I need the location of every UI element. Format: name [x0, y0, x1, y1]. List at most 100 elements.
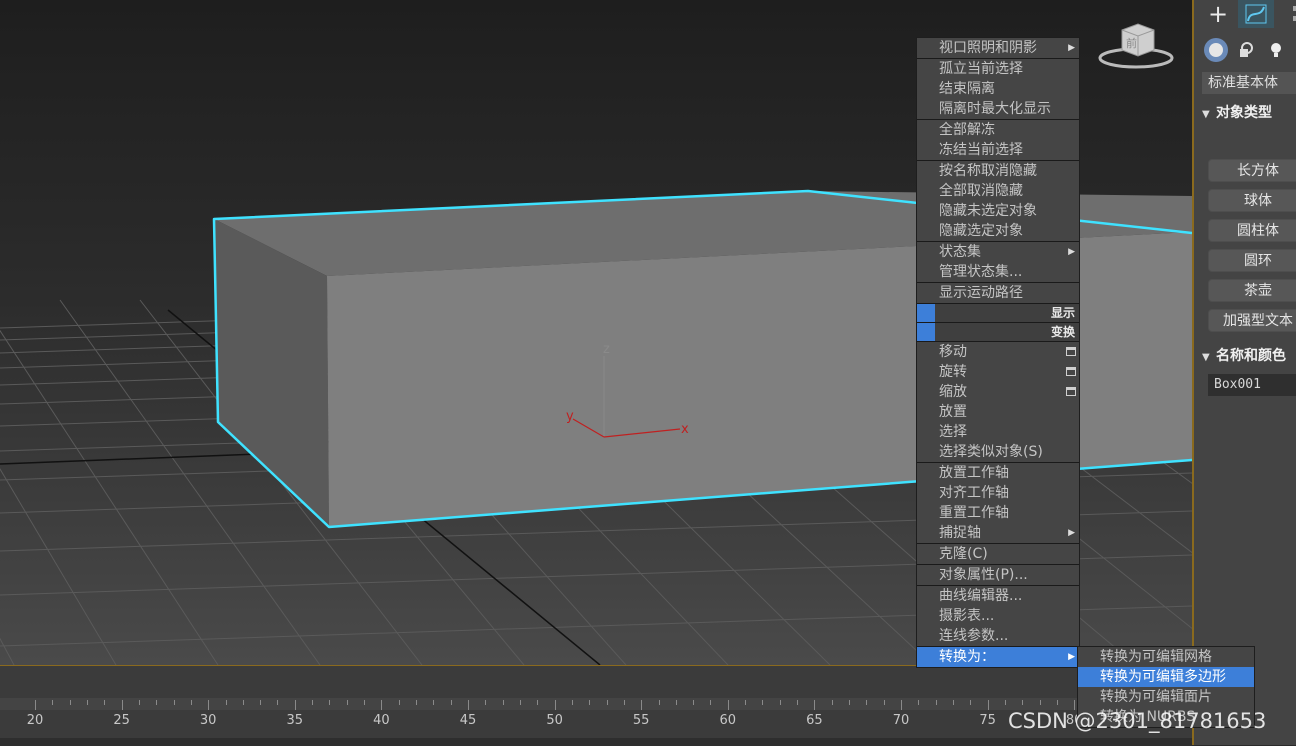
menu-item-object-properties[interactable]: 对象属性(P)... [917, 564, 1079, 585]
z-axis-label: z [603, 342, 610, 357]
settings-box-icon[interactable] [1066, 387, 1076, 396]
frame-tick-mark [381, 700, 383, 710]
menu-item-move[interactable]: 移动 [917, 341, 1079, 362]
menu-item-viewport-lighting[interactable]: 视口照明和阴影 ▶ [917, 38, 1079, 58]
modify-tab-icon[interactable] [1238, 0, 1274, 28]
frame-tick-mark [641, 700, 643, 710]
menu-item-unhide-all[interactable]: 全部取消隐藏 [917, 181, 1079, 201]
frame-tick-mark [1022, 700, 1024, 705]
menu-item-isolate-max[interactable]: 隔离时最大化显示 [917, 99, 1079, 119]
menu-item-scale[interactable]: 缩放 [917, 382, 1079, 402]
frame-tick-mark [225, 700, 227, 705]
menu-item-snap-pivot[interactable]: 捕捉轴 ▶ [917, 523, 1079, 543]
teapot-button[interactable]: 茶壶 [1208, 279, 1296, 302]
settings-box-icon[interactable] [1066, 367, 1076, 376]
frame-tick-mark [797, 700, 799, 705]
create-tab-plus-icon[interactable]: + [1200, 0, 1236, 28]
menu-item-state-sets[interactable]: 状态集 ▶ [917, 241, 1079, 262]
menu-item-convert-to[interactable]: 转换为： ▶ [917, 646, 1079, 667]
time-slider-track-bar[interactable]: 20 25 30 35 40 45 50 55 60 65 70 75 80 [0, 665, 1192, 746]
watermark: CSDN @2301_81781653 [1008, 709, 1267, 733]
viewcube-face-label: 前 [1126, 36, 1137, 50]
frame-tick-mark [1039, 700, 1041, 705]
frame-tick-mark [918, 700, 920, 705]
menu-item-label: 状态集 [939, 244, 981, 260]
x-axis-label: x [681, 422, 689, 437]
quad-header-display: 显示 [917, 303, 1079, 322]
quad-color-swatch [917, 323, 935, 341]
geometry-category-icon[interactable] [1204, 38, 1228, 62]
frame-tick-mark [52, 700, 54, 705]
menu-item-clone[interactable]: 克隆(C) [917, 543, 1079, 564]
frame-tick-mark [952, 700, 954, 705]
menu-item-place-pivot[interactable]: 放置工作轴 [917, 462, 1079, 483]
menu-item-curve-editor[interactable]: 曲线编辑器... [917, 585, 1079, 606]
menu-item-reset-pivot[interactable]: 重置工作轴 [917, 503, 1079, 523]
box-button[interactable]: 长方体 [1208, 159, 1296, 182]
hierarchy-tab-icon[interactable] [1280, 0, 1296, 28]
menu-item-select-similar[interactable]: 选择类似对象(S) [917, 442, 1079, 462]
menu-item-end-isolate[interactable]: 结束隔离 [917, 79, 1079, 99]
frame-tick-mark [571, 700, 573, 705]
menu-item-dope-sheet[interactable]: 摄影表... [917, 606, 1079, 626]
frame-tick-mark [901, 700, 902, 710]
menu-item-select[interactable]: 选择 [917, 422, 1079, 442]
menu-item-show-trajectory[interactable]: 显示运动路径 [917, 282, 1079, 303]
frame-tick-label: 75 [979, 713, 996, 728]
frame-tick-mark [675, 700, 677, 705]
convert-to-editable-poly[interactable]: 转换为可编辑多边形 [1078, 667, 1254, 687]
menu-item-place[interactable]: 放置 [917, 402, 1079, 422]
submenu-arrow-icon: ▶ [1068, 652, 1075, 662]
convert-to-editable-mesh[interactable]: 转换为可编辑网格 [1078, 647, 1254, 667]
quad-header-label: 变换 [1050, 325, 1075, 339]
menu-item-hide-selection[interactable]: 隐藏选定对象 [917, 221, 1079, 241]
menu-item-unhide-by-name[interactable]: 按名称取消隐藏 [917, 160, 1079, 181]
category-dropdown[interactable]: 标准基本体 [1202, 72, 1296, 94]
frame-tick-mark [277, 700, 279, 705]
frame-tick-mark [416, 700, 418, 705]
menu-item-rotate[interactable]: 旋转 [917, 362, 1079, 382]
frame-tick-mark [623, 700, 625, 705]
frame-tick-label: 60 [719, 713, 737, 728]
torus-button[interactable]: 圆环 [1208, 249, 1296, 272]
object-name-field[interactable]: Box001 [1208, 374, 1296, 396]
frame-tick-mark [450, 700, 452, 705]
frame-tick-mark [433, 700, 435, 705]
frame-tick-mark [589, 700, 591, 705]
frame-tick-mark [606, 700, 608, 705]
frame-tick-mark [260, 700, 262, 705]
frame-tick-mark [970, 700, 972, 705]
lights-category-icon[interactable] [1264, 38, 1288, 62]
menu-item-freeze-selection[interactable]: 冻结当前选择 [917, 140, 1079, 160]
frame-tick-mark [554, 700, 556, 710]
menu-item-unfreeze-all[interactable]: 全部解冻 [917, 119, 1079, 140]
object-type-rollout-header[interactable]: ▼ 对象类型 [1202, 102, 1296, 124]
frame-tick-mark [468, 700, 469, 710]
menu-item-manage-state-sets[interactable]: 管理状态集... [917, 262, 1079, 282]
command-panel: + 标准基本体 ▼ 对象类型 长方体 球体 圆柱体 圆环 茶壶 加强型文本 ▼ 名称… [1192, 0, 1296, 745]
object-type-title: 对象类型 [1216, 105, 1272, 121]
frame-tick-mark [502, 700, 504, 705]
frame-tick-mark [745, 700, 747, 705]
y-axis-label: y [566, 409, 574, 424]
sphere-button[interactable]: 球体 [1208, 189, 1296, 212]
frame-tick-mark [693, 700, 695, 705]
convert-to-editable-patch[interactable]: 转换为可编辑面片 [1078, 687, 1254, 707]
frame-tick-mark [1004, 700, 1006, 705]
cylinder-button[interactable]: 圆柱体 [1208, 219, 1296, 242]
frame-tick-mark [173, 700, 175, 705]
viewcube[interactable]: 前 [1098, 20, 1178, 72]
quad-menu: 视口照明和阴影 ▶ 孤立当前选择 结束隔离 隔离时最大化显示 全部解冻 冻结当前选… [916, 37, 1080, 668]
frame-tick-label: 35 [286, 713, 304, 728]
shapes-category-icon[interactable] [1234, 38, 1258, 62]
menu-item-wire-parameters[interactable]: 连线参数... [917, 626, 1079, 646]
menu-item-isolate[interactable]: 孤立当前选择 [917, 58, 1079, 79]
frame-tick-label: 20 [26, 713, 44, 728]
menu-item-align-pivot[interactable]: 对齐工作轴 [917, 483, 1079, 503]
settings-box-icon[interactable] [1066, 347, 1076, 356]
text-plus-button[interactable]: 加强型文本 [1208, 309, 1296, 332]
frame-tick-label: 70 [892, 713, 910, 728]
name-color-rollout-header[interactable]: ▼ 名称和颜色 [1202, 345, 1296, 367]
frame-tick-mark [519, 700, 521, 705]
menu-item-hide-unselected[interactable]: 隐藏未选定对象 [917, 201, 1079, 221]
